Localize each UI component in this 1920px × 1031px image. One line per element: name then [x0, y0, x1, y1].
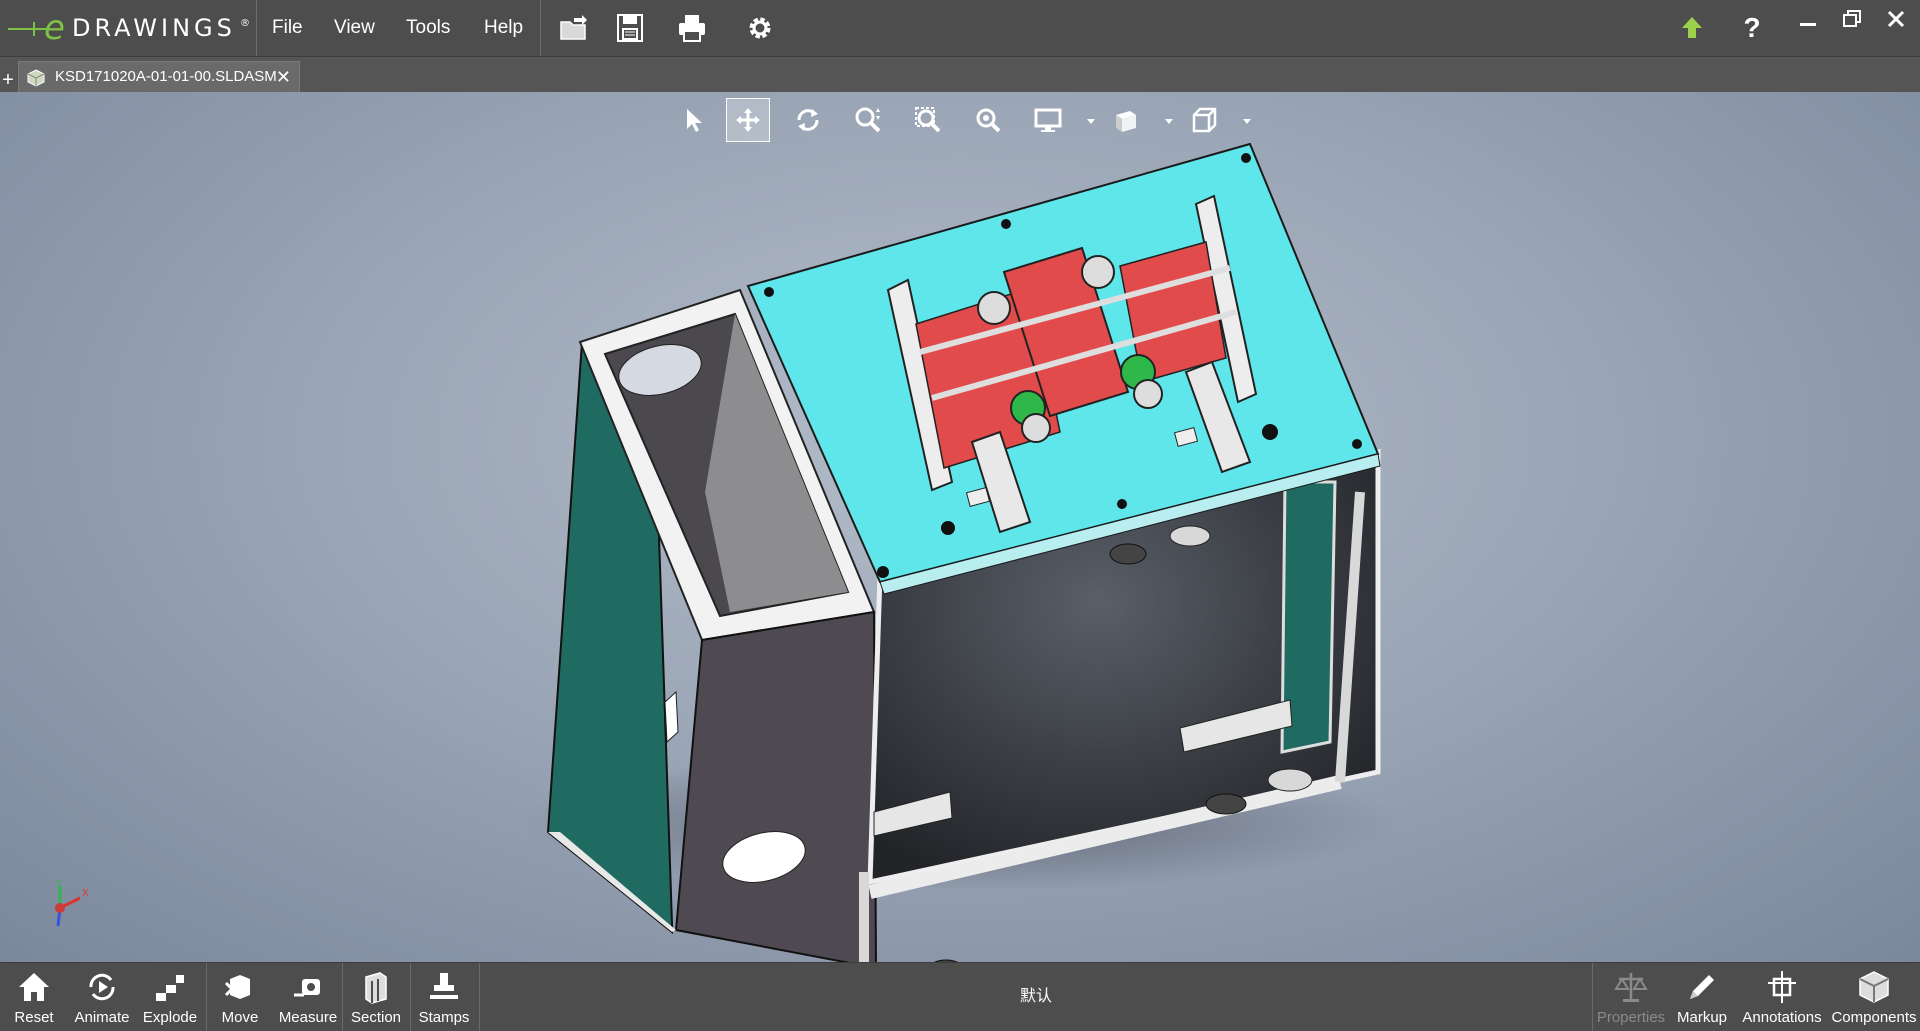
title-bar: e DRAWINGS ® File View Tools Help ?	[0, 0, 1920, 56]
stamp-icon	[430, 973, 458, 999]
open-icon	[560, 15, 587, 40]
pan-button[interactable]	[726, 98, 770, 142]
explode-button[interactable]: Explode	[136, 963, 204, 1031]
zoom-to-area-icon	[915, 107, 941, 133]
animate-button[interactable]: Animate	[68, 963, 136, 1031]
explode-icon	[156, 975, 184, 1001]
zoom-icon	[855, 107, 881, 133]
restore-button[interactable]	[1832, 4, 1872, 34]
orientation-triad: Y X	[40, 878, 96, 934]
move-icon	[224, 975, 250, 999]
measure-icon	[294, 979, 320, 997]
annotation-icon	[1768, 971, 1796, 1003]
svg-text:X: X	[82, 888, 89, 899]
divider	[1592, 963, 1593, 1031]
view-orientation-button[interactable]	[1104, 98, 1148, 142]
display-style-icon	[1034, 108, 1062, 132]
svg-text:DRAWINGS: DRAWINGS	[72, 14, 236, 42]
zoom-to-area-button[interactable]	[906, 98, 950, 142]
select-button[interactable]	[672, 98, 716, 142]
stamps-button[interactable]: Stamps	[410, 963, 478, 1031]
annotations-button[interactable]: Annotations	[1736, 963, 1828, 1031]
divider	[256, 0, 257, 56]
print-icon	[679, 15, 705, 42]
graphics-viewport[interactable]: Y X	[0, 92, 1920, 962]
settings-icon	[749, 17, 771, 39]
select-icon	[687, 109, 702, 132]
document-title: KSD171020A-01-01-00.SLDASM	[55, 68, 277, 85]
help-icon: ?	[1743, 12, 1761, 43]
standard-views-button[interactable]	[1182, 98, 1226, 142]
components-icon	[1859, 971, 1889, 1003]
divider	[540, 0, 541, 56]
restore-icon	[1843, 10, 1861, 27]
zoom-to-fit-icon	[976, 108, 1001, 133]
pencil-icon	[1690, 975, 1714, 999]
close-tab-icon[interactable]: ✕	[276, 62, 291, 92]
svg-text:Y: Y	[56, 878, 62, 888]
save-icon	[617, 14, 643, 42]
rotate-icon	[797, 109, 819, 131]
minimize-icon	[1800, 23, 1816, 26]
chevron-down-icon[interactable]	[1086, 116, 1096, 126]
edrawings-logo: e DRAWINGS ®	[6, 6, 254, 50]
print-button[interactable]	[672, 8, 712, 48]
view-orientation-icon	[1116, 111, 1136, 132]
home-icon	[19, 973, 49, 1001]
assembly-icon	[27, 69, 45, 87]
rotate-button[interactable]	[786, 98, 830, 142]
new-tab-button[interactable]: +	[0, 69, 16, 91]
assembly-model[interactable]	[0, 92, 1920, 962]
display-style-button[interactable]	[1026, 98, 1070, 142]
save-button[interactable]	[610, 8, 650, 48]
chevron-down-icon[interactable]	[1164, 116, 1174, 126]
menu-file[interactable]: File	[262, 0, 313, 56]
open-button[interactable]	[554, 8, 594, 48]
bottom-toolbar: Reset Animate Explode Move Measure Secti…	[0, 962, 1920, 1031]
menu-help[interactable]: Help	[474, 0, 533, 56]
svg-text:e: e	[44, 8, 65, 48]
markup-button[interactable]: Markup	[1668, 963, 1736, 1031]
pan-icon	[736, 108, 760, 132]
reset-button[interactable]: Reset	[0, 963, 68, 1031]
zoom-to-fit-button[interactable]	[966, 98, 1010, 142]
components-button[interactable]: Components	[1830, 963, 1918, 1031]
scales-icon	[1614, 973, 1648, 1002]
minimize-button[interactable]	[1788, 4, 1828, 34]
close-window-button[interactable]	[1876, 4, 1916, 34]
document-tab[interactable]: KSD171020A-01-01-00.SLDASM ✕	[18, 61, 300, 93]
section-button[interactable]: Section	[342, 963, 410, 1031]
menu-tools[interactable]: Tools	[396, 0, 460, 56]
configuration-name[interactable]: 默认	[1000, 963, 1072, 1031]
chevron-down-icon[interactable]	[1242, 116, 1252, 126]
upgrade-arrow-icon	[1682, 17, 1702, 38]
help-button[interactable]: ?	[1732, 8, 1772, 48]
divider	[479, 963, 480, 1031]
close-icon	[1887, 10, 1905, 28]
menu-view[interactable]: View	[324, 0, 385, 56]
standard-views-icon	[1192, 107, 1217, 133]
move-button[interactable]: Move	[206, 963, 274, 1031]
svg-text:®: ®	[240, 18, 250, 29]
upgrade-button[interactable]	[1672, 8, 1712, 48]
animate-icon	[89, 973, 115, 1001]
zoom-button[interactable]	[846, 98, 890, 142]
document-tab-bar: + KSD171020A-01-01-00.SLDASM ✕	[0, 56, 1920, 93]
section-icon	[365, 972, 387, 1004]
properties-button[interactable]: Properties	[1596, 963, 1666, 1031]
settings-button[interactable]	[740, 8, 780, 48]
measure-button[interactable]: Measure	[274, 963, 342, 1031]
